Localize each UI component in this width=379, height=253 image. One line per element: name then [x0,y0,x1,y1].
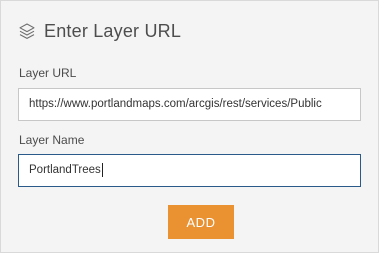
layer-url-label: Layer URL [19,66,77,80]
panel-header: Enter Layer URL [18,19,181,43]
text-caret [101,162,103,177]
layer-name-input[interactable]: PortlandTrees [18,154,361,187]
layer-url-value: https://www.portlandmaps.com/arcgis/rest… [29,98,322,110]
layer-name-value-wrapper: PortlandTrees [29,155,103,186]
layers-icon [18,22,36,40]
panel-title: Enter Layer URL [44,20,182,41]
layer-name-label: Layer Name [19,133,85,147]
add-button[interactable]: ADD [168,205,234,239]
layer-url-input[interactable]: https://www.portlandmaps.com/arcgis/rest… [18,88,361,121]
enter-layer-url-panel: Enter Layer URL Layer URL https://www.po… [0,0,379,253]
layer-name-value: PortlandTrees [29,164,101,176]
